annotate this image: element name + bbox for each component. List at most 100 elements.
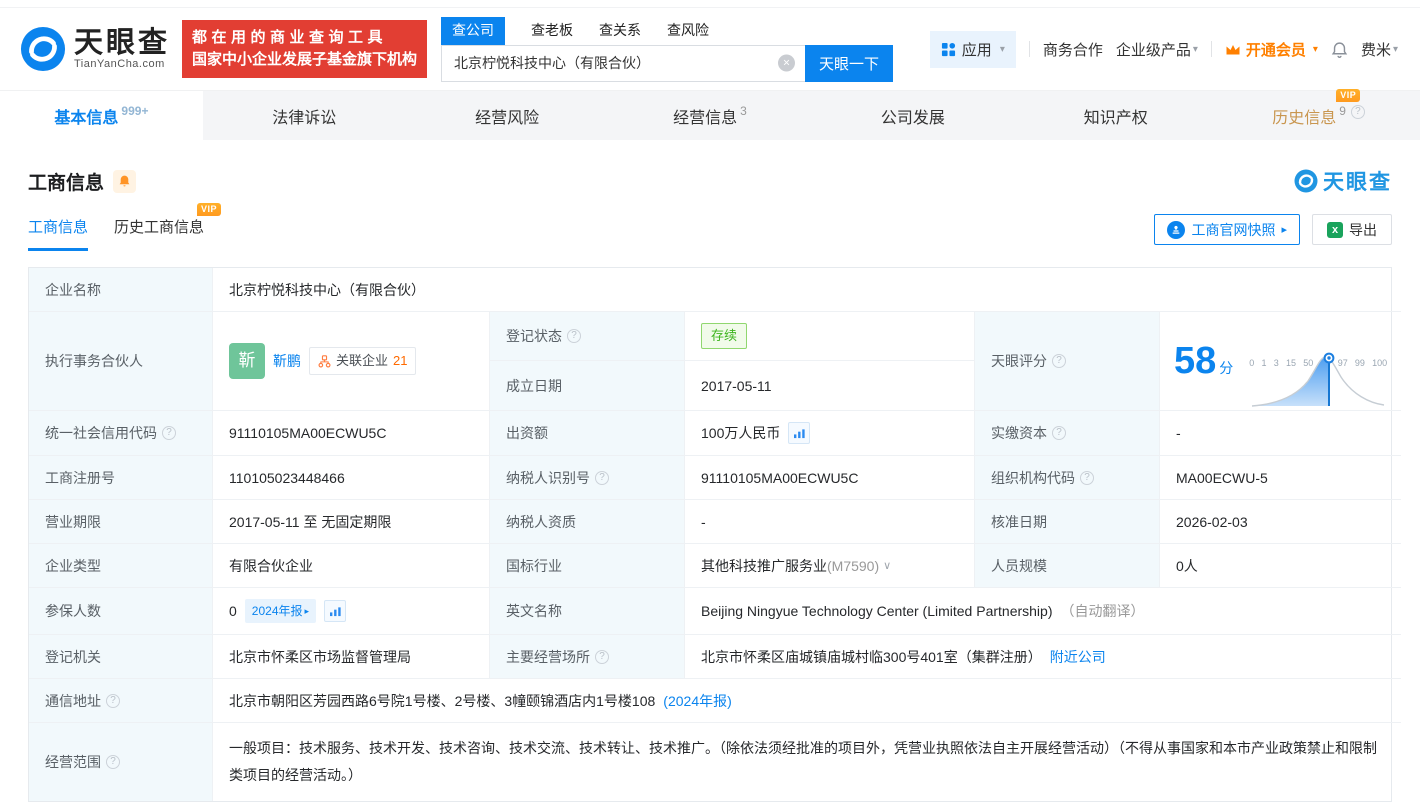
nav-username: 费米 — [1361, 39, 1391, 60]
org-chart-icon — [318, 355, 331, 368]
top-header: 天眼查 TianYanCha.com 都在用的商业查询工具 国家中小企业发展子基… — [0, 8, 1420, 90]
notification-bell-icon[interactable] — [1331, 40, 1348, 59]
taxpayer-quality-value: - — [685, 500, 975, 544]
business-term-value: 2017-05-11 至 无固定期限 — [213, 500, 490, 544]
help-icon[interactable]: ? — [1080, 471, 1094, 485]
help-icon[interactable]: ? — [106, 755, 120, 769]
subtab-business-info[interactable]: 工商信息 — [28, 216, 88, 251]
snapshot-button-label: 工商官网快照 — [1191, 220, 1275, 240]
paid-capital-value: - — [1160, 411, 1401, 456]
establish-date-value: 2017-05-11 — [685, 361, 974, 410]
search-tab-relation[interactable]: 查关系 — [599, 17, 641, 45]
promo-banner-line1: 都在用的商业查询工具 — [192, 27, 417, 49]
apps-menu[interactable]: 应用 ▾ — [930, 31, 1016, 68]
chevron-down-icon[interactable]: ∨ — [883, 556, 891, 576]
partner-avatar[interactable]: 靳 — [229, 343, 265, 379]
crown-icon — [1225, 43, 1241, 56]
tianyan-score-value: 58 分 — [1160, 312, 1401, 411]
help-icon[interactable]: ? — [567, 329, 581, 343]
search-input[interactable] — [441, 45, 805, 82]
subscribe-bell-icon[interactable] — [113, 170, 136, 193]
org-code-value: MA00ECWU-5 — [1160, 456, 1401, 500]
chevron-down-icon: ▾ — [1313, 44, 1318, 55]
credit-code-value: 91110105MA00ECWU5C — [213, 411, 490, 456]
registration-status-label: 登记状态? — [490, 312, 685, 361]
tab-operation-info[interactable]: 经营信息 3 — [609, 91, 812, 140]
approval-date-label: 核准日期 — [975, 500, 1160, 544]
search-tab-company[interactable]: 查公司 — [441, 17, 505, 45]
tianyancha-logo[interactable]: 天眼查 TianYanCha.com — [20, 26, 170, 72]
insured-count-label: 参保人数 — [29, 588, 213, 635]
help-icon[interactable]: ? — [1052, 426, 1066, 440]
related-companies-count: 21 — [393, 351, 407, 371]
nav-enterprise-products[interactable]: 企业级产品 ▾ — [1116, 39, 1198, 60]
business-info-subtabs: 工商信息 历史工商信息 VIP — [28, 216, 204, 251]
main-content: 工商信息 天眼查 工商信息 历史工商信息 VIP — [0, 166, 1420, 802]
help-icon[interactable]: ? — [595, 471, 609, 485]
chevron-down-icon: ▾ — [1393, 44, 1398, 55]
tab-basic-info[interactable]: 基本信息 999+ — [0, 91, 203, 140]
logo-swirl-icon — [20, 26, 66, 72]
related-companies-badge[interactable]: 关联企业 21 — [309, 347, 416, 375]
nav-business-cooperation[interactable]: 商务合作 — [1043, 39, 1103, 60]
help-icon[interactable]: ? — [162, 426, 176, 440]
subtab-label: 历史工商信息 — [114, 219, 204, 236]
capital-trend-icon[interactable] — [788, 422, 810, 444]
mailing-address-value: 北京市朝阳区芳园西路6号院1号楼、2号楼、3幢颐锦酒店内1号楼108 (2024… — [213, 679, 1401, 723]
partner-name-link[interactable]: 靳鹏 — [273, 351, 301, 371]
nearby-companies-link[interactable]: 附近公司 — [1050, 647, 1106, 667]
brand-name: 天眼查 — [74, 28, 170, 58]
clear-search-icon[interactable]: × — [778, 55, 795, 72]
related-companies-label: 关联企业 — [336, 351, 388, 371]
subtab-history-business-info[interactable]: 历史工商信息 VIP — [114, 216, 204, 251]
vip-badge: VIP — [197, 203, 221, 216]
export-button[interactable]: x 导出 — [1312, 214, 1392, 245]
help-icon[interactable]: ? — [106, 694, 120, 708]
tab-label: 经营信息 — [673, 104, 737, 128]
score-distribution-chart: 0131550859799100 — [1249, 350, 1387, 373]
tab-label: 基本信息 — [54, 104, 118, 128]
search-area: 查公司 查老板 查关系 查风险 × 天眼一下 — [441, 17, 893, 82]
company-name-label: 企业名称 — [29, 268, 213, 312]
help-icon[interactable]: ? — [1052, 354, 1066, 368]
annual-report-badge[interactable]: 2024年报▸ — [245, 599, 316, 623]
official-snapshot-button[interactable]: 工商官网快照 ▸ — [1154, 214, 1300, 245]
tab-count-badge: 9 — [1339, 104, 1346, 118]
promo-banner: 都在用的商业查询工具 国家中小企业发展子基金旗下机构 — [182, 20, 427, 78]
company-type-label: 企业类型 — [29, 544, 213, 588]
registration-authority-label: 登记机关 — [29, 635, 213, 679]
company-name-value: 北京柠悦科技中心（有限合伙） — [213, 268, 1401, 312]
industry-code: (M7590) — [827, 556, 879, 576]
search-tab-risk[interactable]: 查风险 — [667, 17, 709, 45]
insured-trend-icon[interactable] — [324, 600, 346, 622]
chevron-down-icon: ▾ — [1193, 44, 1198, 55]
search-tabs: 查公司 查老板 查关系 查风险 — [441, 17, 893, 45]
search-tab-boss[interactable]: 查老板 — [531, 17, 573, 45]
taxpayer-quality-label: 纳税人资质 — [490, 500, 685, 544]
mailing-address-label: 通信地址? — [29, 679, 213, 723]
tab-count-badge: 3 — [740, 104, 747, 118]
help-icon[interactable]: ? — [595, 650, 609, 664]
nav-vip-upgrade[interactable]: 开通会员 ▾ — [1225, 39, 1318, 60]
staff-size-value: 0人 — [1160, 544, 1401, 588]
search-button[interactable]: 天眼一下 — [805, 45, 893, 82]
tianyancha-watermark: 天眼查 — [1294, 166, 1392, 196]
tab-intellectual-property[interactable]: 知识产权 — [1014, 91, 1217, 140]
english-name-value: Beijing Ningyue Technology Center (Limit… — [685, 588, 1401, 635]
annual-report-link[interactable]: (2024年报) — [663, 691, 731, 711]
nav-enterprise-label: 企业级产品 — [1116, 39, 1191, 60]
arrow-right-icon: ▸ — [1281, 223, 1287, 236]
tab-label: 公司发展 — [881, 104, 945, 128]
tab-history-info[interactable]: 历史信息 VIP 9 ? — [1217, 91, 1420, 140]
nav-user-menu[interactable]: 费米 ▾ — [1361, 39, 1398, 60]
business-info-table: 企业名称 北京柠悦科技中心（有限合伙） 执行事务合伙人 靳 靳鹏 关联企业 21… — [28, 267, 1392, 802]
page-top-strip — [0, 0, 1420, 8]
score-number: 58 分 — [1174, 342, 1233, 380]
help-icon[interactable]: ? — [1351, 105, 1365, 119]
tab-company-development[interactable]: 公司发展 — [811, 91, 1014, 140]
industry-value: 其他科技推广服务业 (M7590) ∨ — [685, 544, 975, 588]
company-tab-bar: 基本信息 999+ 法律诉讼 经营风险 经营信息 3 公司发展 知识产权 历史信… — [0, 90, 1420, 140]
tab-legal-proceedings[interactable]: 法律诉讼 — [203, 91, 406, 140]
stamp-icon — [1167, 221, 1185, 239]
tab-operation-risk[interactable]: 经营风险 — [406, 91, 609, 140]
